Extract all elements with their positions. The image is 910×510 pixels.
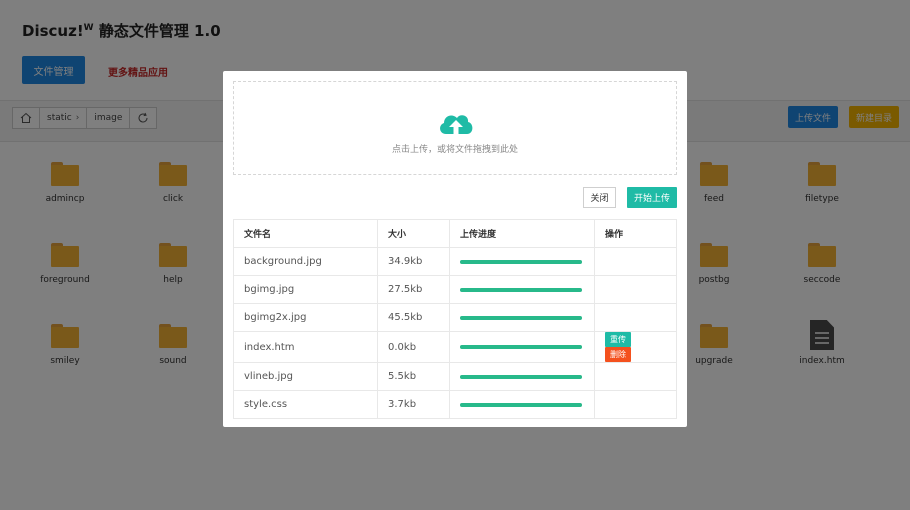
upload-file-table: 文件名 大小 上传进度 操作 background.jpg 34.9kb bgi… [233,219,677,419]
file-size: 34.9kb [377,247,450,276]
progress-bar [460,259,582,264]
column-header-name: 文件名 [233,219,378,248]
upload-progress-cell [449,362,595,391]
upload-progress-cell [449,275,595,304]
actions-cell: 重传删除 [594,331,677,363]
file-name: bgimg2x.jpg [233,303,378,332]
progress-bar [460,315,582,320]
table-row: style.css 3.7kb [233,390,677,419]
file-size: 0.0kb [377,331,450,363]
file-size: 3.7kb [377,390,450,419]
progress-bar [460,402,582,407]
start-upload-button[interactable]: 开始上传 [627,187,677,208]
progress-bar [460,374,582,379]
table-row: index.htm 0.0kb 重传删除 [233,331,677,363]
file-name: index.htm [233,331,378,363]
upload-progress-cell [449,247,595,276]
upload-dialog: 点击上传，或将文件拖拽到此处 关闭 开始上传 文件名 大小 上传进度 操作 ba… [223,71,687,427]
actions-cell [594,390,677,419]
actions-cell [594,247,677,276]
upload-progress-cell [449,331,595,363]
close-button[interactable]: 关闭 [583,187,616,208]
progress-bar [460,345,582,349]
actions-cell [594,303,677,332]
column-header-size: 大小 [377,219,450,248]
column-header-progress: 上传进度 [449,219,595,248]
file-size: 27.5kb [377,275,450,304]
upload-progress-cell [449,390,595,419]
table-row: bgimg.jpg 27.5kb [233,275,677,304]
table-row: bgimg2x.jpg 45.5kb [233,303,677,332]
dropzone-hint: 点击上传，或将文件拖拽到此处 [391,145,518,155]
file-name: vlineb.jpg [233,362,378,391]
progress-bar [460,287,582,292]
cloud-upload-icon [440,115,473,134]
file-size: 45.5kb [377,303,450,332]
file-name: bgimg.jpg [233,275,378,304]
table-row: background.jpg 34.9kb [233,247,677,276]
retry-button[interactable]: 重传 [605,332,631,347]
delete-button[interactable]: 删除 [605,347,631,362]
file-name: style.css [233,390,378,419]
table-header-row: 文件名 大小 上传进度 操作 [233,219,677,248]
table-row: vlineb.jpg 5.5kb [233,362,677,391]
file-name: background.jpg [233,247,378,276]
column-header-actions: 操作 [594,219,677,248]
file-size: 5.5kb [377,362,450,391]
actions-cell [594,362,677,391]
actions-cell [594,275,677,304]
upload-dropzone[interactable]: 点击上传，或将文件拖拽到此处 [233,81,677,175]
upload-progress-cell [449,303,595,332]
